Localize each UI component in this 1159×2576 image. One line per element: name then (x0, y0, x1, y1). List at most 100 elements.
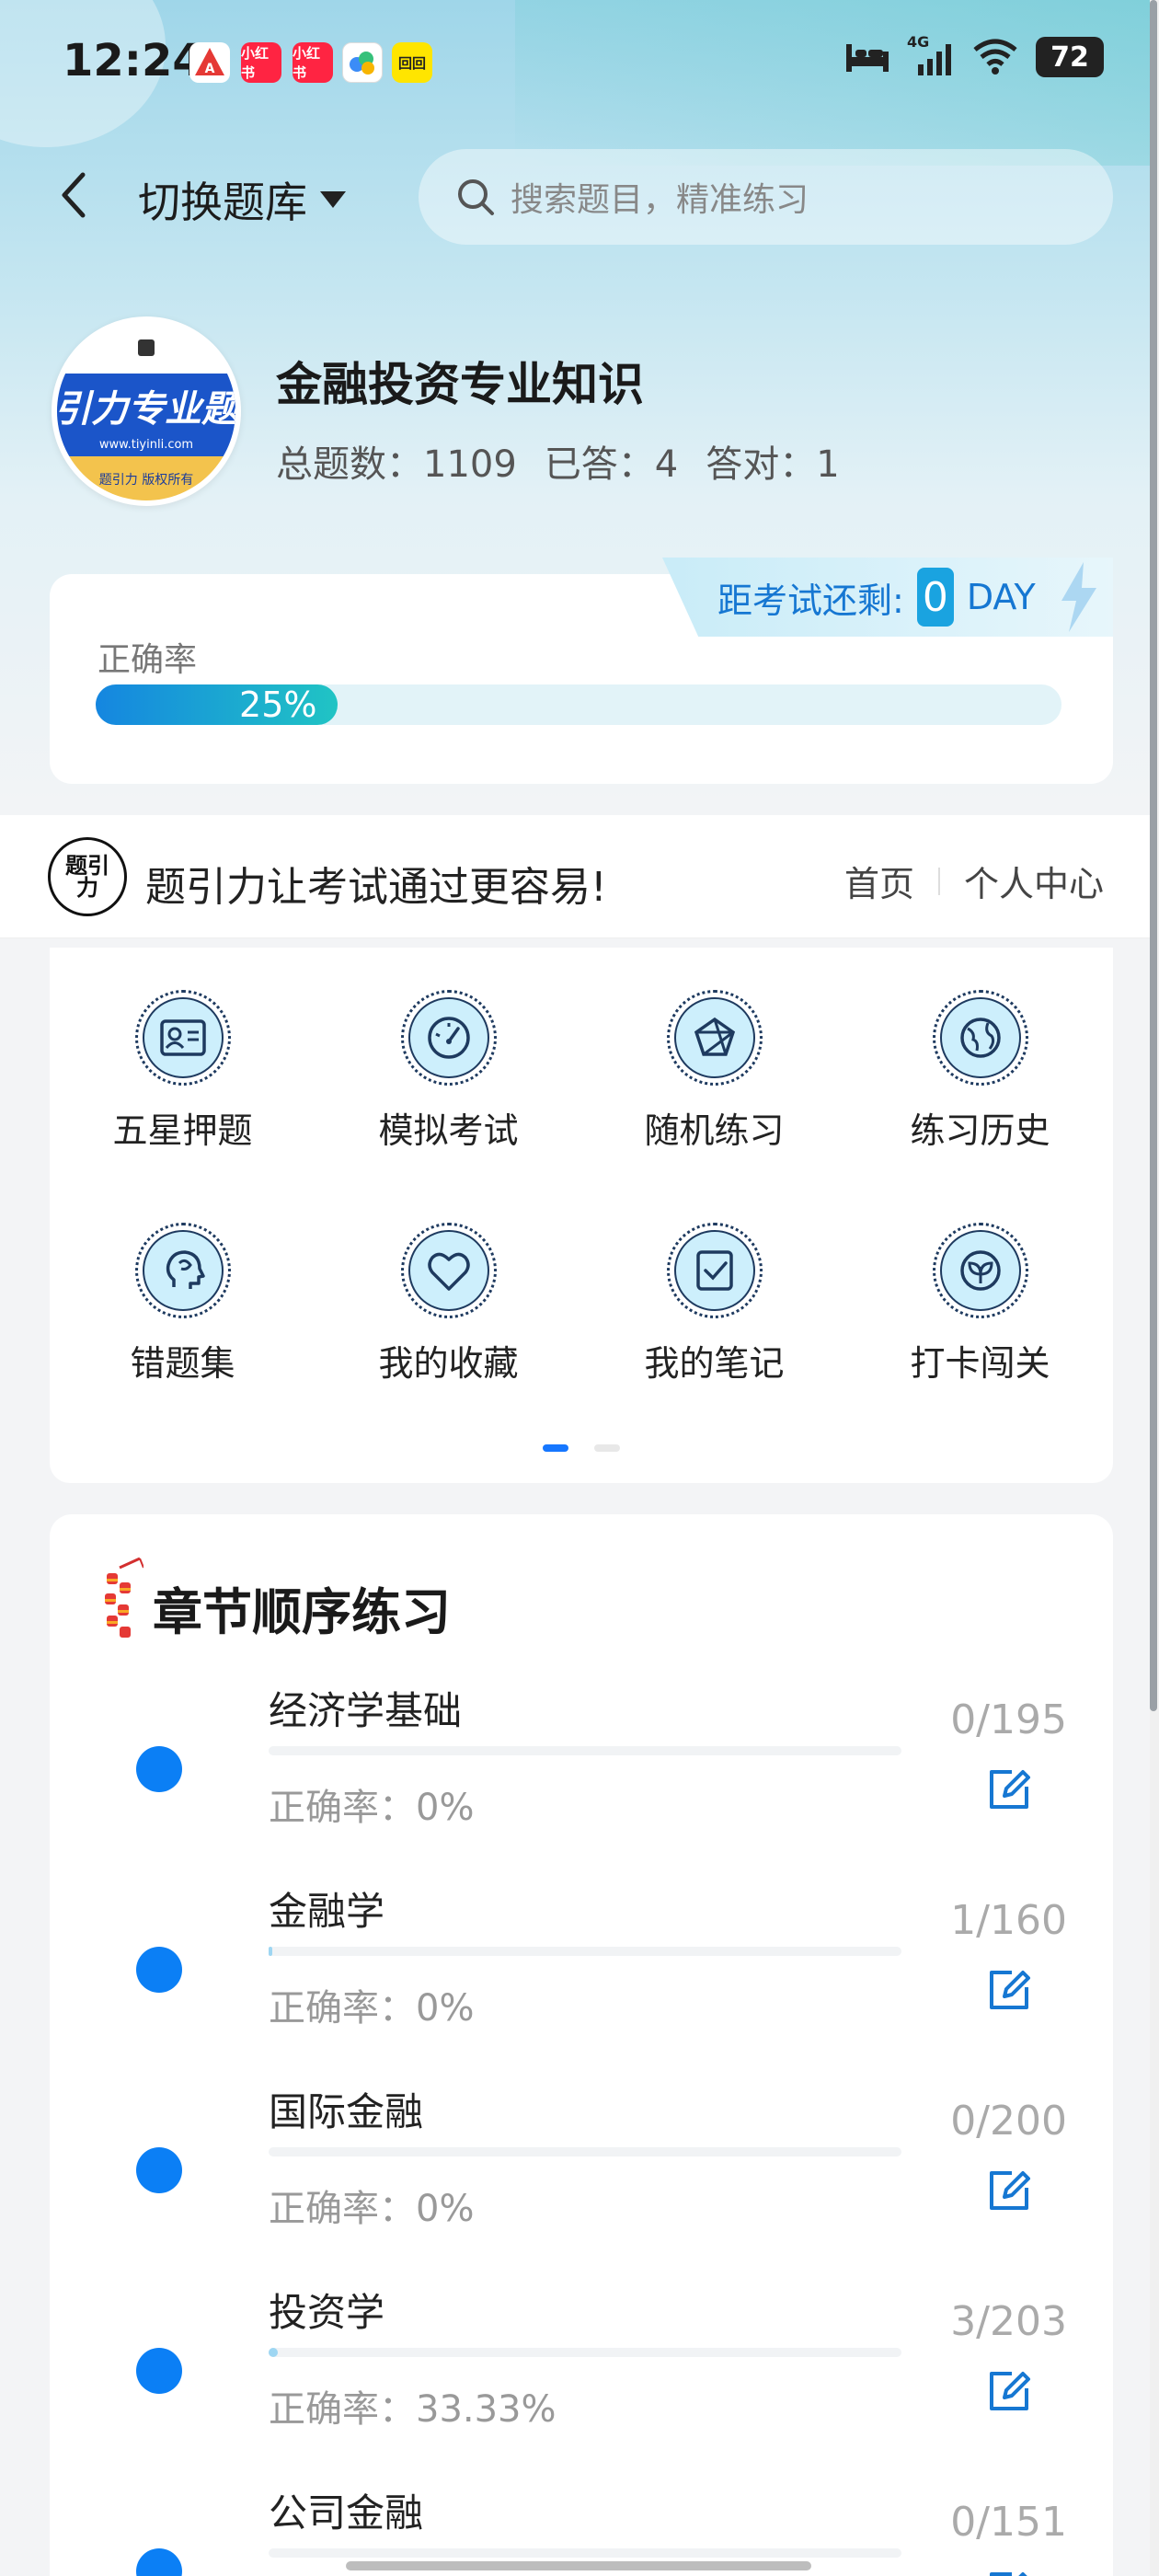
gauge-icon (400, 990, 497, 1086)
feature-grid-card: 五星押题 模拟考试 随机练习 练习历史 错题集 我的收藏 我的笔记 打卡闯关 (50, 948, 1113, 1483)
correct-count: 答对：1 (706, 443, 840, 486)
cloud-app-icon (342, 42, 383, 83)
slogan-bar: 题引力 题引力让考试通过更容易! 首页 个人中心 (0, 815, 1150, 938)
chapter-count: 0/151 (950, 2499, 1067, 2546)
chapter-status-dot (136, 1947, 182, 1993)
slogan-text: 题引力让考试通过更容易! (145, 864, 607, 911)
chapter-progress-bar (269, 1947, 901, 1956)
feature-label: 我的笔记 (644, 1343, 785, 1384)
exam-countdown: 距考试还剩: 0 DAY (662, 558, 1113, 637)
status-indicators: 4G 72 (844, 33, 1104, 77)
question-stats: 总题数：1109 已答：4 答对：1 (276, 434, 840, 488)
chapter-status-dot (136, 2147, 182, 2193)
chapter-item[interactable]: 投资学 正确率：33.33% 3/203 (50, 2263, 1113, 2464)
scrollbar[interactable] (1150, 0, 1157, 1711)
chapter-accuracy: 正确率：0% (269, 1787, 475, 1829)
countdown-unit: DAY (966, 577, 1036, 617)
chapter-name: 金融学 (269, 1889, 385, 1934)
edit-icon[interactable] (984, 2567, 1034, 2576)
question-bank-title: 金融投资专业知识 (276, 358, 644, 411)
cellular-signal-icon: 4G (907, 33, 955, 77)
feature-label: 练习历史 (910, 1110, 1050, 1151)
sprout-icon (932, 1223, 1028, 1318)
chapter-name: 国际金融 (269, 2089, 424, 2134)
switch-bank-label: 切换题库 (138, 178, 307, 227)
chapter-item[interactable]: 金融学 正确率：0% 1/160 (50, 1862, 1113, 2063)
answered-count: 已答：4 (544, 443, 679, 486)
feature-practice-history[interactable]: 练习历史 (847, 990, 1113, 1153)
chevron-left-icon (62, 172, 86, 218)
xiaohongshu-icon: 小红书 (241, 42, 281, 83)
search-icon (458, 179, 494, 215)
feature-five-star[interactable]: 五星押题 (50, 990, 316, 1153)
edit-icon[interactable] (984, 1765, 1034, 1814)
feature-mock-exam[interactable]: 模拟考试 (316, 990, 581, 1153)
home-indicator[interactable] (346, 2561, 811, 2570)
heart-icon (400, 1223, 497, 1318)
nav-home-link[interactable]: 首页 (844, 856, 914, 906)
caret-down-icon (320, 191, 346, 208)
chapter-progress-bar (269, 2548, 901, 2558)
status-bar: 12:24 A 小红书 小红书 回回 4G 72 (0, 0, 1159, 124)
feature-my-notes[interactable]: 我的笔记 (581, 1223, 847, 1386)
chapter-section-title: 章节顺序练习 (153, 1583, 451, 1641)
chapter-progress-bar (269, 2147, 901, 2156)
wifi-icon (973, 39, 1017, 75)
globe-icon (932, 990, 1028, 1086)
chapter-count: 0/200 (950, 2098, 1067, 2145)
nav-divider (937, 867, 940, 895)
chapter-status-dot (136, 2548, 182, 2576)
lightning-icon (1061, 562, 1096, 632)
question-bank-logo: 引力专业题 www.tiyinli.com 题引力 版权所有 (52, 316, 241, 506)
chapter-progress-bar (269, 1746, 901, 1755)
chapter-name: 投资学 (269, 2290, 385, 2335)
chapter-progress-bar (269, 2348, 901, 2357)
chapter-item[interactable]: 国际金融 正确率：0% 0/200 (50, 2063, 1113, 2263)
svg-text:A: A (205, 62, 215, 76)
feature-label: 随机练习 (644, 1110, 785, 1151)
feature-label: 我的收藏 (378, 1343, 519, 1384)
switch-bank-dropdown[interactable]: 切换题库 (138, 169, 348, 230)
feature-wrong-questions[interactable]: 错题集 (50, 1223, 316, 1386)
slogan-nav: 首页 个人中心 (844, 856, 1104, 906)
edit-icon[interactable] (984, 2366, 1034, 2416)
bed-icon (846, 44, 889, 72)
feature-label: 打卡闯关 (910, 1343, 1050, 1384)
accuracy-label: 正确率 (98, 641, 198, 679)
chapter-count: 0/195 (950, 1696, 1067, 1743)
search-placeholder: 搜索题目，精准练习 (511, 181, 809, 219)
chapter-name: 经济学基础 (269, 1688, 463, 1733)
page-indicator (50, 1444, 1113, 1452)
nav-profile-link[interactable]: 个人中心 (964, 856, 1104, 906)
id-card-icon (134, 990, 231, 1086)
chapter-accuracy: 正确率：0% (269, 2188, 475, 2230)
back-button[interactable] (48, 166, 99, 224)
logo-url: www.tiyinli.com (57, 438, 235, 456)
accuracy-progress-bar: 25% (96, 684, 1061, 725)
chapter-status-dot (136, 2348, 182, 2394)
search-input[interactable]: 搜索题目，精准练习 (419, 149, 1113, 245)
chapter-progress-fill (269, 2348, 279, 2357)
edit-icon[interactable] (984, 2166, 1034, 2215)
page-dot-active[interactable] (543, 1444, 568, 1452)
chapter-count: 3/203 (950, 2298, 1067, 2345)
checklist-icon (666, 1223, 763, 1318)
logo-main-text: 引力专业题 (57, 374, 235, 438)
network-icon (666, 990, 763, 1086)
accuracy-value: 25% (239, 684, 317, 725)
chapter-item[interactable]: 公司金融 0/151 (50, 2464, 1113, 2576)
page-dot[interactable] (594, 1444, 620, 1452)
accuracy-progress-fill: 25% (96, 684, 338, 725)
feature-favorites[interactable]: 我的收藏 (316, 1223, 581, 1386)
chapter-accuracy: 正确率：33.33% (269, 2388, 557, 2431)
feature-random-practice[interactable]: 随机练习 (581, 990, 847, 1153)
chapter-item[interactable]: 经济学基础 正确率：0% 0/195 (50, 1662, 1113, 1862)
brand-logo: 题引力 (48, 837, 127, 916)
feature-label: 五星押题 (112, 1110, 253, 1151)
feature-check-in[interactable]: 打卡闯关 (847, 1223, 1113, 1386)
xiaohongshu-icon: 小红书 (293, 42, 333, 83)
app-notification-icon: 回回 (392, 42, 432, 83)
battery-icon: 72 (1036, 37, 1104, 77)
edit-icon[interactable] (984, 1965, 1034, 2015)
accuracy-card: 距考试还剩: 0 DAY 正确率 25% (50, 558, 1113, 784)
